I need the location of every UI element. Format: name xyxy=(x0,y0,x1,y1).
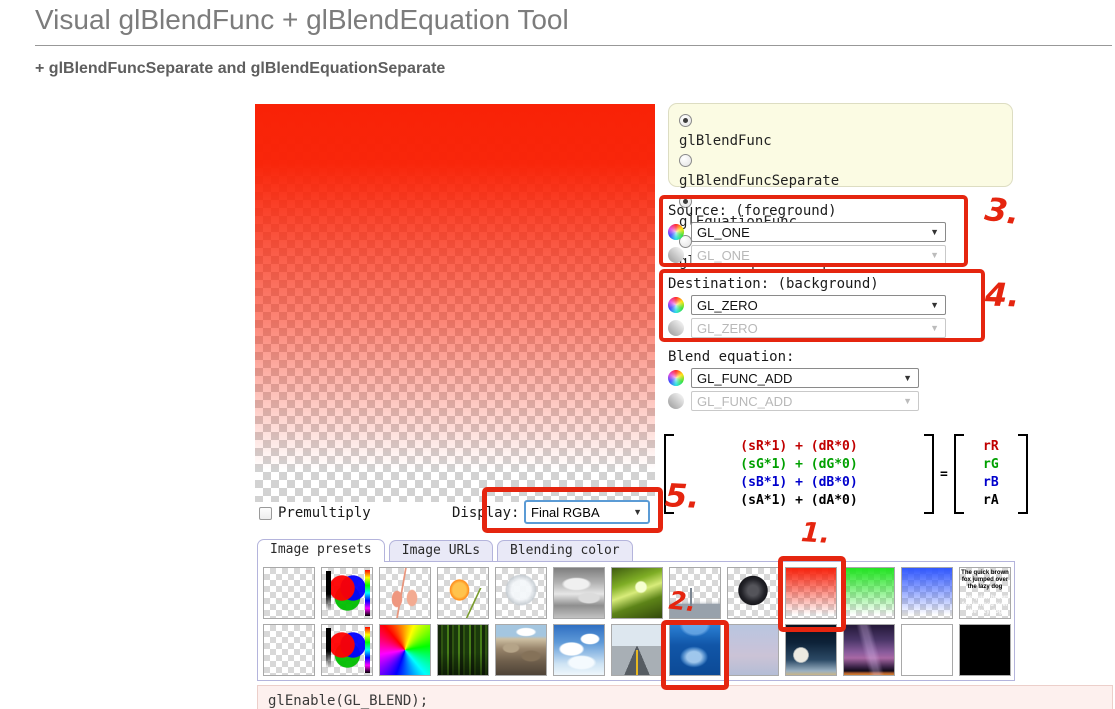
blend-equation-alpha-select-disabled: GL_FUNC_ADD ▼ xyxy=(691,391,919,411)
blend-equation-select[interactable]: GL_FUNC_ADD ▼ xyxy=(691,368,919,388)
chevron-down-icon: ▼ xyxy=(903,373,912,383)
bamboo-thumbnail[interactable] xyxy=(437,624,489,676)
formula-green-row: (sG*1) + (dG*0) xyxy=(740,457,858,472)
matrix-bracket xyxy=(1017,434,1028,514)
result-green: rG xyxy=(983,457,999,472)
source-select-value: GL_ONE xyxy=(697,224,750,240)
sky-clouds-thumbnail[interactable] xyxy=(553,624,605,676)
result-blue: rB xyxy=(983,475,999,490)
gray-clouds-thumbnail[interactable] xyxy=(553,567,605,619)
chevron-down-icon: ▼ xyxy=(930,250,939,260)
result-red: rR xyxy=(983,439,999,454)
moon-thumbnail[interactable] xyxy=(785,624,837,676)
blend-equation-group: Blend equation: GL_FUNC_ADD ▼ GL_FUNC_AD… xyxy=(668,349,919,411)
annotation-number-1: 1. xyxy=(799,517,832,550)
page-subtitle: + glBlendFuncSeparate and glBlendEquatio… xyxy=(35,60,446,77)
rainbow-wheel-thumbnail[interactable] xyxy=(379,624,431,676)
blend-preview-canvas xyxy=(255,104,655,502)
equals-sign: = xyxy=(940,466,948,482)
blend-tool-page: Visual glBlendFunc + glBlendEquation Too… xyxy=(0,0,1115,709)
night-sky-thumbnail[interactable] xyxy=(843,624,895,676)
display-label: Display: xyxy=(452,505,520,521)
preset-row-background xyxy=(263,624,1011,676)
destination-label: Destination: (background) xyxy=(668,276,879,292)
color-wheel-icon xyxy=(668,297,684,313)
tab-blending-color[interactable]: Blending color xyxy=(497,540,633,561)
text-sample-thumbnail[interactable]: The quick brown fox jumped over the lazy… xyxy=(959,567,1011,619)
city-skyline-thumbnail[interactable] xyxy=(669,567,721,619)
annotation-number-3: 3. xyxy=(982,189,1022,233)
black-thumbnail[interactable] xyxy=(959,624,1011,676)
tab-image-presets[interactable]: Image presets xyxy=(257,539,385,562)
transparent-thumbnail[interactable] xyxy=(263,567,315,619)
source-alpha-select-disabled: GL_ONE ▼ xyxy=(691,245,946,265)
matrix-bracket xyxy=(953,434,964,514)
destination-group: Destination: (background) GL_ZERO ▼ GL_Z… xyxy=(668,276,946,338)
matrix-bracket xyxy=(924,434,934,514)
formula-blue-row: (sB*1) + (dB*0) xyxy=(740,475,858,490)
color-wheel-disabled-icon xyxy=(668,393,684,409)
haze-thumbnail[interactable] xyxy=(727,624,779,676)
preset-row-foreground: The quick brown fox jumped over the lazy… xyxy=(263,567,1011,619)
color-wheel-icon xyxy=(668,224,684,240)
bubble-thumbnail[interactable] xyxy=(495,567,547,619)
forest-canopy-thumbnail[interactable] xyxy=(611,567,663,619)
destination-select-value: GL_ZERO xyxy=(697,297,758,313)
chevron-down-icon: ▼ xyxy=(633,507,642,517)
red-gradient-thumbnail[interactable] xyxy=(785,567,837,619)
white-thumbnail[interactable] xyxy=(901,624,953,676)
destination-select[interactable]: GL_ZERO ▼ xyxy=(691,295,946,315)
glblendfuncseparate-radio-label: glBlendFuncSeparate xyxy=(679,173,840,189)
glblendfunc-radio[interactable] xyxy=(679,114,692,127)
blend-func-radio-row: glBlendFunc glBlendFuncSeparate xyxy=(679,111,839,189)
display-select-value: Final RGBA xyxy=(531,504,600,520)
rgb-test-pattern-thumbnail[interactable] xyxy=(321,567,373,619)
glblendfuncseparate-radio[interactable] xyxy=(679,154,692,167)
road-thumbnail[interactable] xyxy=(611,624,663,676)
source-alpha-select-value: GL_ONE xyxy=(697,247,750,263)
source-group: Source: (foreground) GL_ONE ▼ GL_ONE ▼ xyxy=(668,203,946,265)
underwater-thumbnail[interactable] xyxy=(669,624,721,676)
tulip-thumbnail[interactable] xyxy=(437,567,489,619)
premultiply-label: Premultiply xyxy=(278,505,371,521)
function-options-panel: glBlendFuncglBlendFuncSeparate glEquatio… xyxy=(668,103,1013,270)
color-wheel-disabled-icon xyxy=(668,320,684,336)
destination-alpha-select-value: GL_ZERO xyxy=(697,320,758,336)
destination-alpha-select-disabled: GL_ZERO ▼ xyxy=(691,318,946,338)
chevron-down-icon: ▼ xyxy=(930,300,939,310)
annotation-number-4: 4. xyxy=(984,275,1021,315)
blend-formula: (sR*1) + (dR*0) (sG*1) + (dG*0) (sB*1) +… xyxy=(664,434,1028,514)
blend-equation-select-value: GL_FUNC_ADD xyxy=(697,370,793,386)
green-gradient-thumbnail[interactable] xyxy=(843,567,895,619)
source-select[interactable]: GL_ONE ▼ xyxy=(691,222,946,242)
source-label: Source: (foreground) xyxy=(668,203,837,219)
formula-red-row: (sR*1) + (dR*0) xyxy=(740,439,858,454)
matrix-bracket xyxy=(664,434,674,514)
dark-sphere-thumbnail[interactable] xyxy=(727,567,779,619)
code-snippet: glEnable(GL_BLEND); xyxy=(257,685,1113,709)
page-title: Visual glBlendFunc + glBlendEquation Too… xyxy=(35,4,1112,46)
image-presets-panel: The quick brown fox jumped over the lazy… xyxy=(257,561,1015,681)
chevron-down-icon: ▼ xyxy=(930,227,939,237)
rock-beach-thumbnail[interactable] xyxy=(495,624,547,676)
image-tabs: Image presets Image URLs Blending color xyxy=(257,539,633,562)
premultiply-checkbox[interactable] xyxy=(259,507,272,520)
color-wheel-disabled-icon xyxy=(668,247,684,263)
chevron-down-icon: ▼ xyxy=(930,323,939,333)
result-alpha: rA xyxy=(983,493,999,508)
tab-image-urls[interactable]: Image URLs xyxy=(388,540,494,561)
formula-alpha-row: (sA*1) + (dA*0) xyxy=(740,493,858,508)
glblendfunc-radio-label: glBlendFunc xyxy=(679,133,772,149)
display-select[interactable]: Final RGBA ▼ xyxy=(524,500,650,524)
chevron-down-icon: ▼ xyxy=(903,396,912,406)
transparent-thumbnail[interactable] xyxy=(263,624,315,676)
blend-equation-alpha-select-value: GL_FUNC_ADD xyxy=(697,393,793,409)
flamingos-thumbnail[interactable] xyxy=(379,567,431,619)
blue-gradient-thumbnail[interactable] xyxy=(901,567,953,619)
color-wheel-icon xyxy=(668,370,684,386)
rgb-test-pattern-thumbnail[interactable] xyxy=(321,624,373,676)
blend-equation-label: Blend equation: xyxy=(668,349,795,365)
